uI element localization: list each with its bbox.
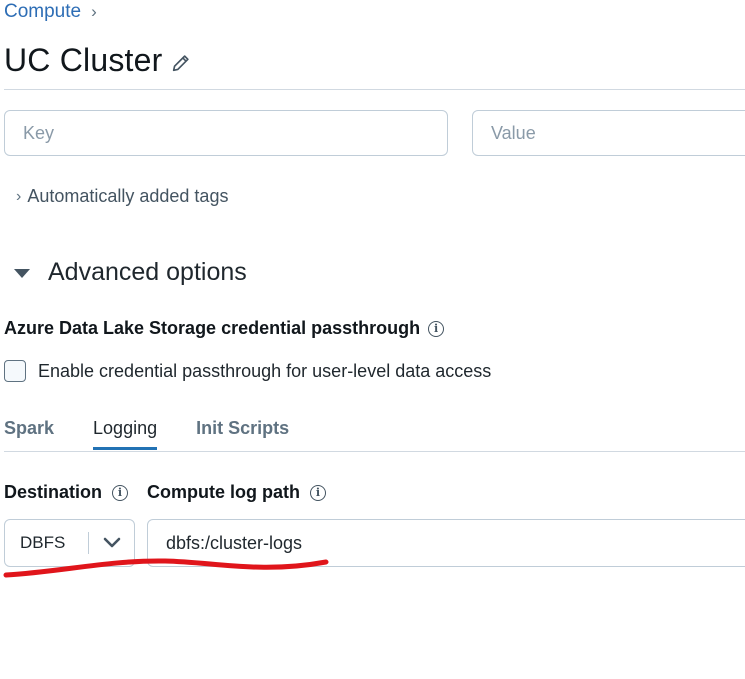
credential-passthrough-checkbox[interactable] (4, 360, 26, 382)
advanced-tabs: Spark Logging Init Scripts (4, 418, 289, 450)
destination-select-value: DBFS (20, 533, 66, 552)
edit-pencil-icon[interactable] (170, 52, 192, 74)
breadcrumb: Compute › (4, 1, 97, 23)
info-icon[interactable]: i (309, 484, 326, 501)
info-icon[interactable]: i (112, 484, 129, 501)
log-path-label: Compute log path (147, 482, 300, 502)
tab-init-scripts[interactable]: Init Scripts (196, 418, 289, 449)
tab-logging[interactable]: Logging (93, 418, 158, 450)
automatically-added-tags-label: Automatically added tags (27, 186, 229, 206)
adls-passthrough-label: Azure Data Lake Storage credential passt… (4, 318, 421, 338)
caret-down-icon (14, 269, 30, 278)
destination-field-label: Destination i (4, 482, 129, 503)
page-title: UC Cluster (4, 42, 192, 79)
advanced-options-toggle[interactable]: Advanced options (14, 258, 247, 287)
cluster-name: UC Cluster (4, 42, 163, 78)
tabs-divider (4, 451, 745, 452)
chevron-right-icon: › (91, 2, 97, 21)
red-underline-annotation (3, 558, 329, 578)
tag-value-input[interactable] (472, 110, 745, 156)
compute-log-path-input[interactable] (147, 519, 745, 567)
breadcrumb-compute-link[interactable]: Compute (4, 1, 81, 23)
credential-passthrough-label: Enable credential passthrough for user-l… (38, 360, 492, 381)
info-icon[interactable]: i (428, 320, 445, 337)
advanced-options-title: Advanced options (48, 258, 247, 286)
adls-passthrough-heading: Azure Data Lake Storage credential passt… (4, 318, 445, 339)
tab-spark[interactable]: Spark (4, 418, 54, 449)
chevron-right-icon: › (16, 187, 22, 205)
destination-select[interactable]: DBFS (4, 519, 135, 567)
destination-label: Destination (4, 482, 103, 502)
tag-key-input[interactable] (4, 110, 448, 156)
divider (4, 89, 745, 90)
automatically-added-tags-toggle[interactable]: › Automatically added tags (16, 186, 228, 207)
chevron-down-icon[interactable] (89, 537, 134, 549)
log-path-field-label: Compute log path i (147, 482, 326, 503)
credential-passthrough-option[interactable]: Enable credential passthrough for user-l… (4, 360, 491, 382)
